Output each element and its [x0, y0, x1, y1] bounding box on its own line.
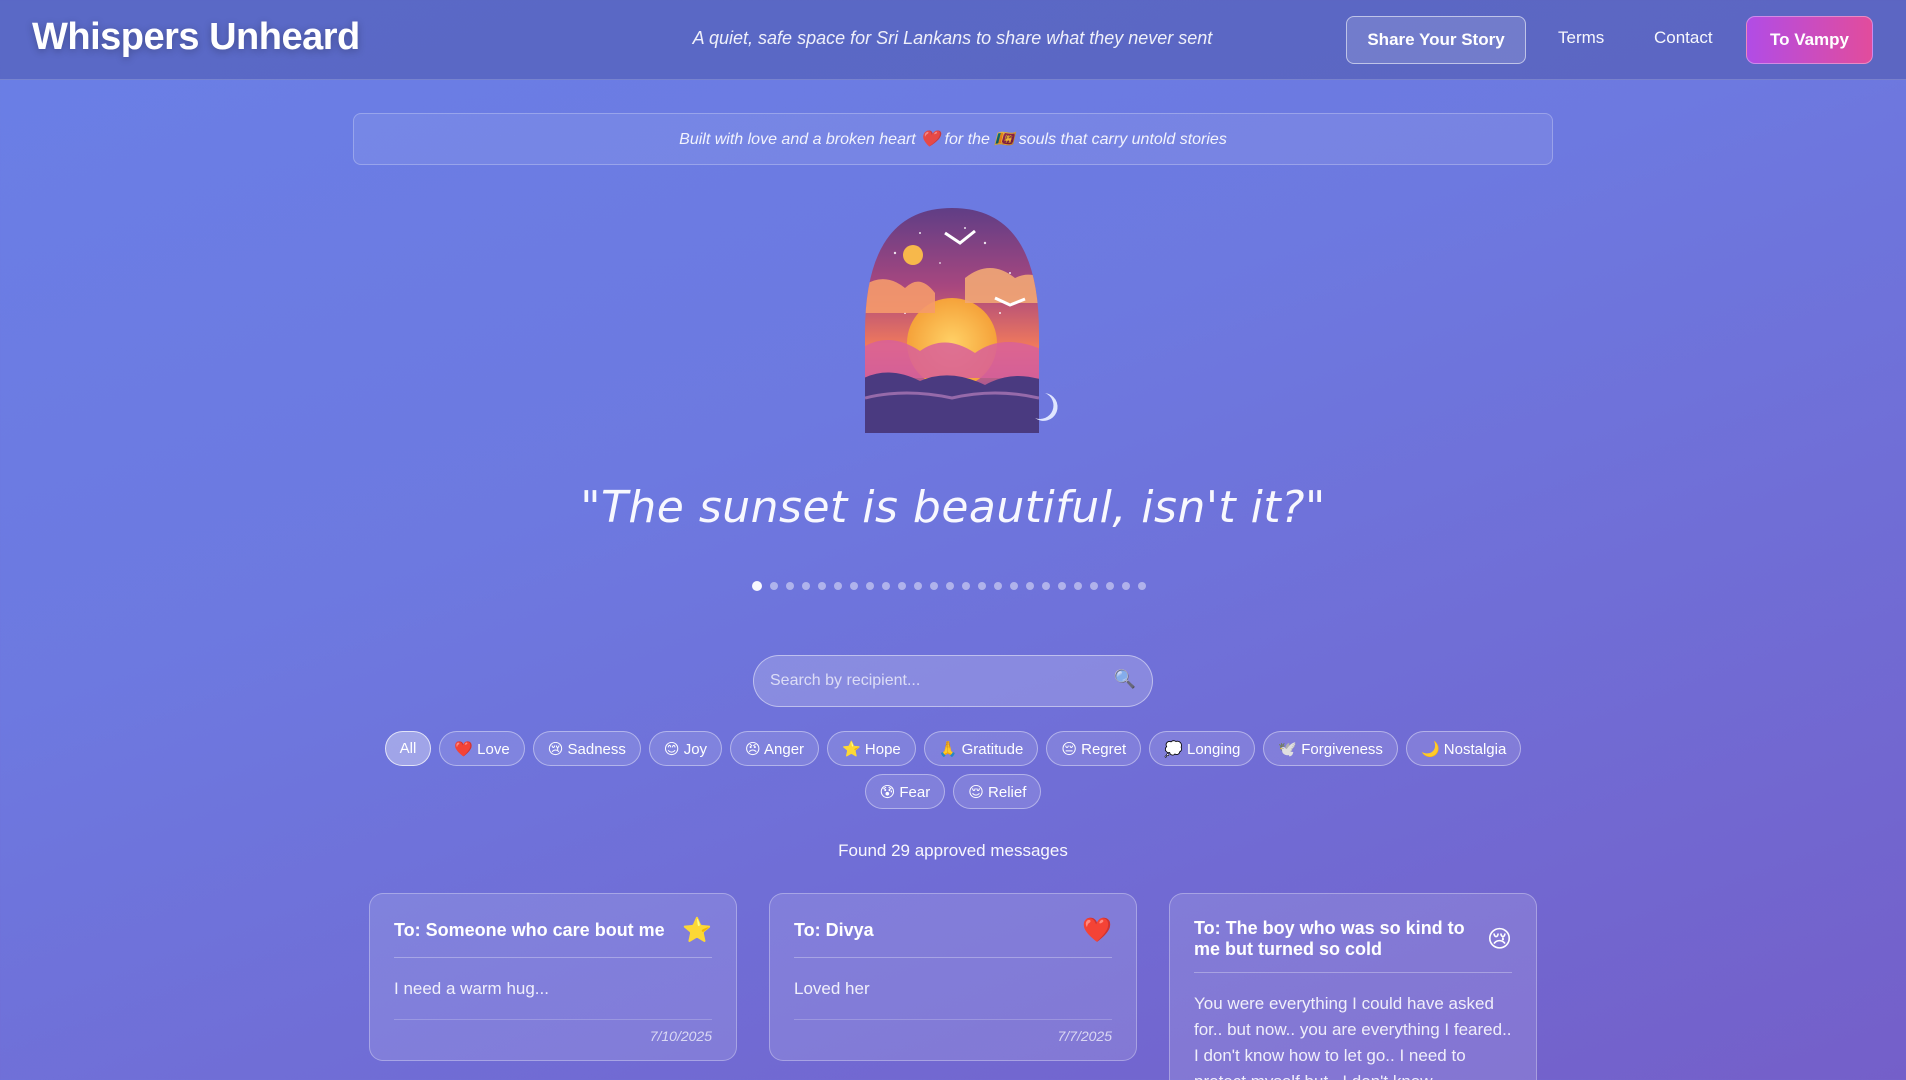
emotion-icon: ❤️ [1082, 917, 1112, 944]
message-card[interactable]: To: Divya ❤️ Loved her 7/7/2025 [769, 893, 1137, 1061]
filter-chip[interactable]: ⭐ Hope [827, 731, 916, 766]
share-story-button[interactable]: Share Your Story [1346, 16, 1526, 64]
carousel-dot[interactable] [1138, 582, 1146, 590]
carousel-dot[interactable] [914, 582, 922, 590]
message-card[interactable]: To: Someone who care bout me ⭐ I need a … [369, 893, 737, 1061]
card-header: To: Someone who care bout me ⭐ [394, 894, 712, 958]
carousel-dot[interactable] [1010, 582, 1018, 590]
filter-chips-row1: All ❤️ Love 😢 Sadness 😊 Joy 😠 Anger ⭐ Hope 🙏 G… [0, 731, 1906, 766]
carousel-dot[interactable] [882, 582, 890, 590]
contact-link[interactable]: Contact [1654, 28, 1713, 48]
carousel-dot[interactable] [818, 582, 826, 590]
carousel-dots [752, 581, 1146, 591]
card-recipient: To: The boy who was so kind to me but tu… [1194, 918, 1465, 959]
card-header: To: The boy who was so kind to me but tu… [1194, 894, 1512, 973]
recipient-search: 🔍 [753, 655, 1153, 707]
filter-chip[interactable]: 😊 Joy [648, 731, 723, 766]
carousel-dot[interactable] [1106, 582, 1114, 590]
card-recipient: To: Divya [794, 920, 874, 940]
terms-link[interactable]: Terms [1558, 28, 1604, 48]
filter-chip[interactable]: 😠 Anger [730, 731, 820, 766]
carousel-dot[interactable] [1122, 582, 1130, 590]
filter-chip[interactable]: 😰 Fear [864, 774, 946, 809]
hero-quote: "The sunset is beautiful, isn't it?" [580, 482, 1326, 533]
to-vampy-button[interactable]: To Vampy [1746, 16, 1873, 64]
filter-chip[interactable]: 🙏 Gratitude [923, 731, 1039, 766]
carousel-dot[interactable] [850, 582, 858, 590]
carousel-dot[interactable] [866, 582, 874, 590]
search-input[interactable] [770, 656, 1100, 706]
site-tagline: A quiet, safe space for Sri Lankans to s… [692, 28, 1213, 48]
message-card[interactable]: To: The boy who was so kind to me but tu… [1169, 893, 1537, 1080]
carousel-dot[interactable] [994, 582, 1002, 590]
carousel-dot[interactable] [930, 582, 938, 590]
carousel-dot[interactable] [834, 582, 842, 590]
emotion-icon: ⭐ [682, 917, 712, 944]
search-icon[interactable]: 🔍 [1114, 669, 1136, 690]
carousel-dot[interactable] [1042, 582, 1050, 590]
filter-chip[interactable]: 💭 Longing [1149, 731, 1256, 766]
carousel-dot[interactable] [786, 582, 794, 590]
carousel-dot[interactable] [946, 582, 954, 590]
sunset-illustration [825, 203, 1080, 443]
results-count: Found 29 approved messages [838, 841, 1068, 860]
filter-chip[interactable]: ❤️ Love [439, 731, 525, 766]
carousel-dot[interactable] [752, 581, 762, 591]
filter-chip[interactable]: 🕊️ Forgiveness [1263, 731, 1398, 766]
carousel-dot[interactable] [802, 582, 810, 590]
filter-chip[interactable]: 🌙 Nostalgia [1405, 731, 1522, 766]
emotion-icon: 😢 [1486, 925, 1512, 953]
top-header: Whispers Unheard A quiet, safe space for… [0, 0, 1906, 80]
carousel-dot[interactable] [898, 582, 906, 590]
card-recipient: To: Someone who care bout me [394, 920, 665, 940]
card-date: 7/7/2025 [794, 1019, 1112, 1044]
carousel-dot[interactable] [1074, 582, 1082, 590]
carousel-dot[interactable] [1058, 582, 1066, 590]
carousel-dot[interactable] [770, 582, 778, 590]
card-message: I need a warm hug... [394, 979, 549, 998]
card-message: You were everything I could have asked f… [1194, 994, 1512, 1080]
filter-chips-row2: 😰 Fear 😌 Relief [0, 774, 1906, 809]
carousel-dot[interactable] [1026, 582, 1034, 590]
filter-chip[interactable]: 😢 Sadness [532, 731, 641, 766]
carousel-dot[interactable] [978, 582, 986, 590]
card-header: To: Divya ❤️ [794, 894, 1112, 958]
carousel-dot[interactable] [1090, 582, 1098, 590]
filter-chip[interactable]: 😌 Relief [953, 774, 1042, 809]
card-message: Loved her [794, 979, 870, 998]
filter-chip[interactable]: All [384, 731, 432, 766]
dedication-banner: Built with love and a broken heart ❤️ fo… [353, 113, 1553, 165]
carousel-dot[interactable] [962, 582, 970, 590]
site-brand[interactable]: Whispers Unheard [32, 16, 360, 59]
card-date: 7/10/2025 [394, 1019, 712, 1044]
filter-chip[interactable]: 😔 Regret [1046, 731, 1142, 766]
